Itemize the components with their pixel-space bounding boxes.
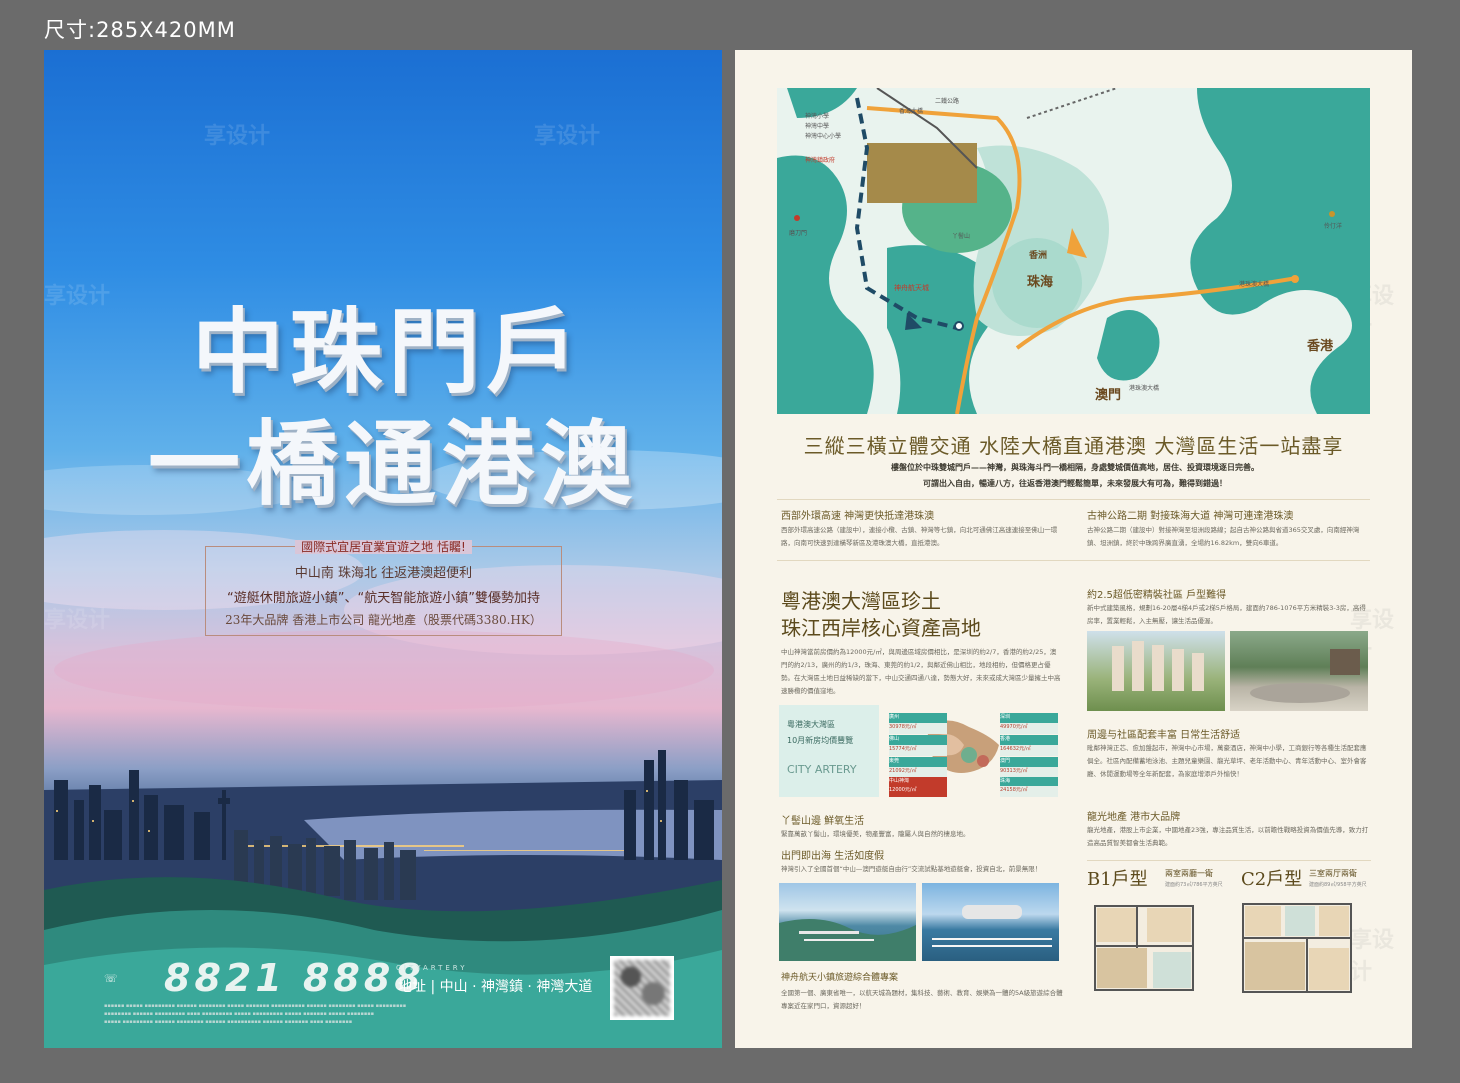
size-label: 尺寸:285X420MM	[44, 18, 236, 42]
tagline: 三縱三橫立體交通 水陸大橋直通港澳 大灣區生活一站盡享	[803, 434, 1344, 458]
map-label-hongkong: 香港	[1307, 339, 1334, 354]
aerial-photo	[1087, 631, 1225, 711]
town-text: 全國第一個、廣東省唯一，以航天城為題材，集科技、藝術、教育、娛樂為一體的5A級旅…	[781, 989, 1063, 1010]
map-label-xiangzhou: 香洲	[1029, 251, 1048, 261]
map-label-school-1: 神灣小學	[805, 113, 830, 120]
floorplan-b1-sub: 兩室兩廳一衛	[1165, 869, 1213, 878]
floorplan-c2-area: 建面約89㎡/958平方英尺	[1309, 882, 1367, 888]
price-value-foshan: 15774元/㎡	[889, 745, 947, 756]
map-label-zhuhai: 珠海	[1027, 275, 1054, 290]
divider	[777, 499, 1370, 500]
divider	[1087, 860, 1371, 861]
marina-photo-1	[779, 883, 916, 961]
phone-icon: ☏	[104, 972, 118, 985]
intro-line-2: 可謂出入自由，暢達八方，往返香港澳門輕鬆簡單，未來發展大有可為，難得到錯過！	[923, 479, 1227, 488]
floorplan-b1-title: B1戶型	[1087, 869, 1148, 890]
qr-code[interactable]	[610, 956, 674, 1020]
section-title-west: 西部外環高速 神灣更快抵達港珠澳	[781, 511, 935, 522]
map-label-lingdingyang: 伶仃洋	[1324, 223, 1343, 230]
map-label-school-2: 神灣中學	[805, 123, 830, 130]
poster-front: 享设计 享设计 享设计 享设计 享设计 享设计	[44, 50, 722, 1048]
brand-text: 龍光地產，港股上市企業，中國地產23強，專注品質生活，以前瞻性戰略投資為價值先導…	[1087, 826, 1369, 847]
sea-title: 出門即出海 生活如度假	[781, 851, 885, 862]
map-label-school-3: 神灣中心小學	[805, 133, 842, 140]
map-label-xianghai: 香海大橋	[899, 108, 924, 115]
price-chart-title-1: 粵港澳大灣區	[787, 720, 835, 729]
community-title: 約2.5超低密精裝社區 戶型難得	[1087, 590, 1227, 601]
headline-line-2: 一橋通港澳	[147, 411, 638, 518]
price-value-hongkong: 164632元/㎡	[1000, 745, 1058, 756]
section-text-west: 西部外環高速公路（建設中），連接小欖、古鎮、神灣等七鎮，向北可通佛江高速連接至佛…	[781, 526, 1058, 547]
price-chart: 粵港澳大灣區 10月新房均價豐覽 CITY ARTERY 廣州 30978元/㎡…	[779, 705, 1058, 797]
floorplan-b1	[1094, 905, 1194, 991]
info-line-1: 國際式宜居宜業宜遊之地 恬矚!	[205, 538, 562, 555]
map-label-yajishan: 丫髻山	[952, 233, 971, 240]
map-label-gov: 神灣鎮政府	[805, 157, 836, 164]
bay-title-1: 粵港澳大灣區珍土	[781, 589, 941, 613]
bay-title-2: 珠江西岸核心資產高地	[781, 616, 981, 640]
map-graphic	[777, 88, 1370, 414]
floorplan-c2-sub: 三室兩厅兩衛	[1309, 869, 1357, 878]
location-map: 香洲 珠海 澳門 香港 氹仔 神舟航天城 丫髻山 港珠澳大橋 神灣小學 神灣中學…	[777, 88, 1370, 414]
price-value-guangzhou: 30978元/㎡	[889, 723, 947, 734]
community-text: 新中式建築風格，規劃16-20層4梯4戶或2梯5戶格局，建面約786-1076平…	[1087, 604, 1366, 625]
garden-photo	[1230, 631, 1368, 711]
section-text-gushen: 古神公路二期（建設中）對接神灣至坦洲段路線；起自古神公路與省道365交叉處，向南…	[1087, 526, 1360, 547]
poster-back: 享设计 享设计 享设计 享设计	[735, 50, 1412, 1048]
floorplan-c2-title: C2戶型	[1241, 869, 1303, 890]
price-chart-brand: CITY ARTERY	[787, 763, 857, 776]
divider	[777, 560, 1370, 561]
brand-title: 龍光地產 港市大品牌	[1087, 812, 1181, 823]
floorplan-c2	[1242, 903, 1352, 993]
mountain-text: 緊靠萬畝丫髻山，環境優美，物產豐富，隴屬人與自然的棲息地。	[781, 830, 970, 838]
map-label-erhighway: 二鐵公路	[935, 98, 960, 105]
facility-text: 毗鄰神灣正芯、愈加盤起市，神灣中心市場，萬豪酒店，神灣中小學，工商銀行等各種生活…	[1087, 744, 1367, 778]
bay-text: 中山神灣當前房價約為12000元/㎡，與周邊區域房價相比，是深圳的約2/7，香港…	[781, 648, 1061, 695]
price-value-zhongshan: 12000元/㎡	[889, 786, 947, 797]
info-line-3: “遊艇休閒旅遊小鎮”、“航天智能旅遊小鎮”雙優勢加持	[227, 591, 540, 606]
town-title: 神舟航天小鎮旅遊綜合體專案	[781, 973, 899, 983]
price-value-zhuhai: 24158元/㎡	[1000, 786, 1058, 797]
disclaimer-text: ▪▪▪▪▪▪ ▪▪▪▪▪ ▪▪▪▪▪▪▪▪▪ ▪▪▪▪▪▪ ▪▪▪▪▪▪▪▪ ▪…	[104, 1003, 407, 1025]
info-line-4: 23年大品牌 香港上市公司 龍光地產（股票代碼3380.HK）	[225, 613, 542, 627]
intro-line-1: 樓盤位於中珠雙城門戶——神灣，與珠海斗門一橋相隔，身處雙城價值高地，居住、投資環…	[891, 463, 1259, 472]
mountain-title: 丫髻山邊 鮮氧生活	[781, 816, 865, 827]
map-label-bridge: 港珠澳大橋	[1239, 281, 1270, 288]
brand-small: CITYARTERY	[396, 964, 468, 972]
phone-number[interactable]: 8821 8888	[164, 956, 425, 1000]
map-label-modaomen: 磨刀門	[789, 230, 808, 237]
info-line-2: 中山南 珠海北 往返港澳超便利	[294, 566, 473, 581]
map-label-macau: 澳門	[1095, 388, 1122, 403]
facility-title: 周邊与社區配套丰富 日常生活舒适	[1087, 730, 1241, 741]
price-chart-panel: 粵港澳大灣區 10月新房均價豐覽 CITY ARTERY	[779, 705, 879, 797]
marina-photo-2	[922, 883, 1059, 961]
map-label-hzm-bridge: 港珠澳大橋	[1129, 385, 1160, 392]
sea-text: 神灣引入了全國首個“中山—澳門遊艇自由行”交流試點基地遊艇會，投資自北，前景無限…	[781, 865, 1042, 873]
floorplan-b1-area: 建面約73㎡/786平方英尺	[1165, 882, 1223, 888]
address: 地址 | 中山 · 神灣鎮 · 神灣大道	[398, 979, 593, 995]
map-label-aerospace: 神舟航天城	[894, 284, 929, 292]
price-value-shenzhen: 49970元/㎡	[1000, 723, 1058, 734]
section-title-gushen: 古神公路二期 對接珠海大道 神灣可連達港珠澳	[1087, 511, 1294, 522]
price-chart-title-2: 10月新房均價豐覽	[787, 736, 854, 745]
